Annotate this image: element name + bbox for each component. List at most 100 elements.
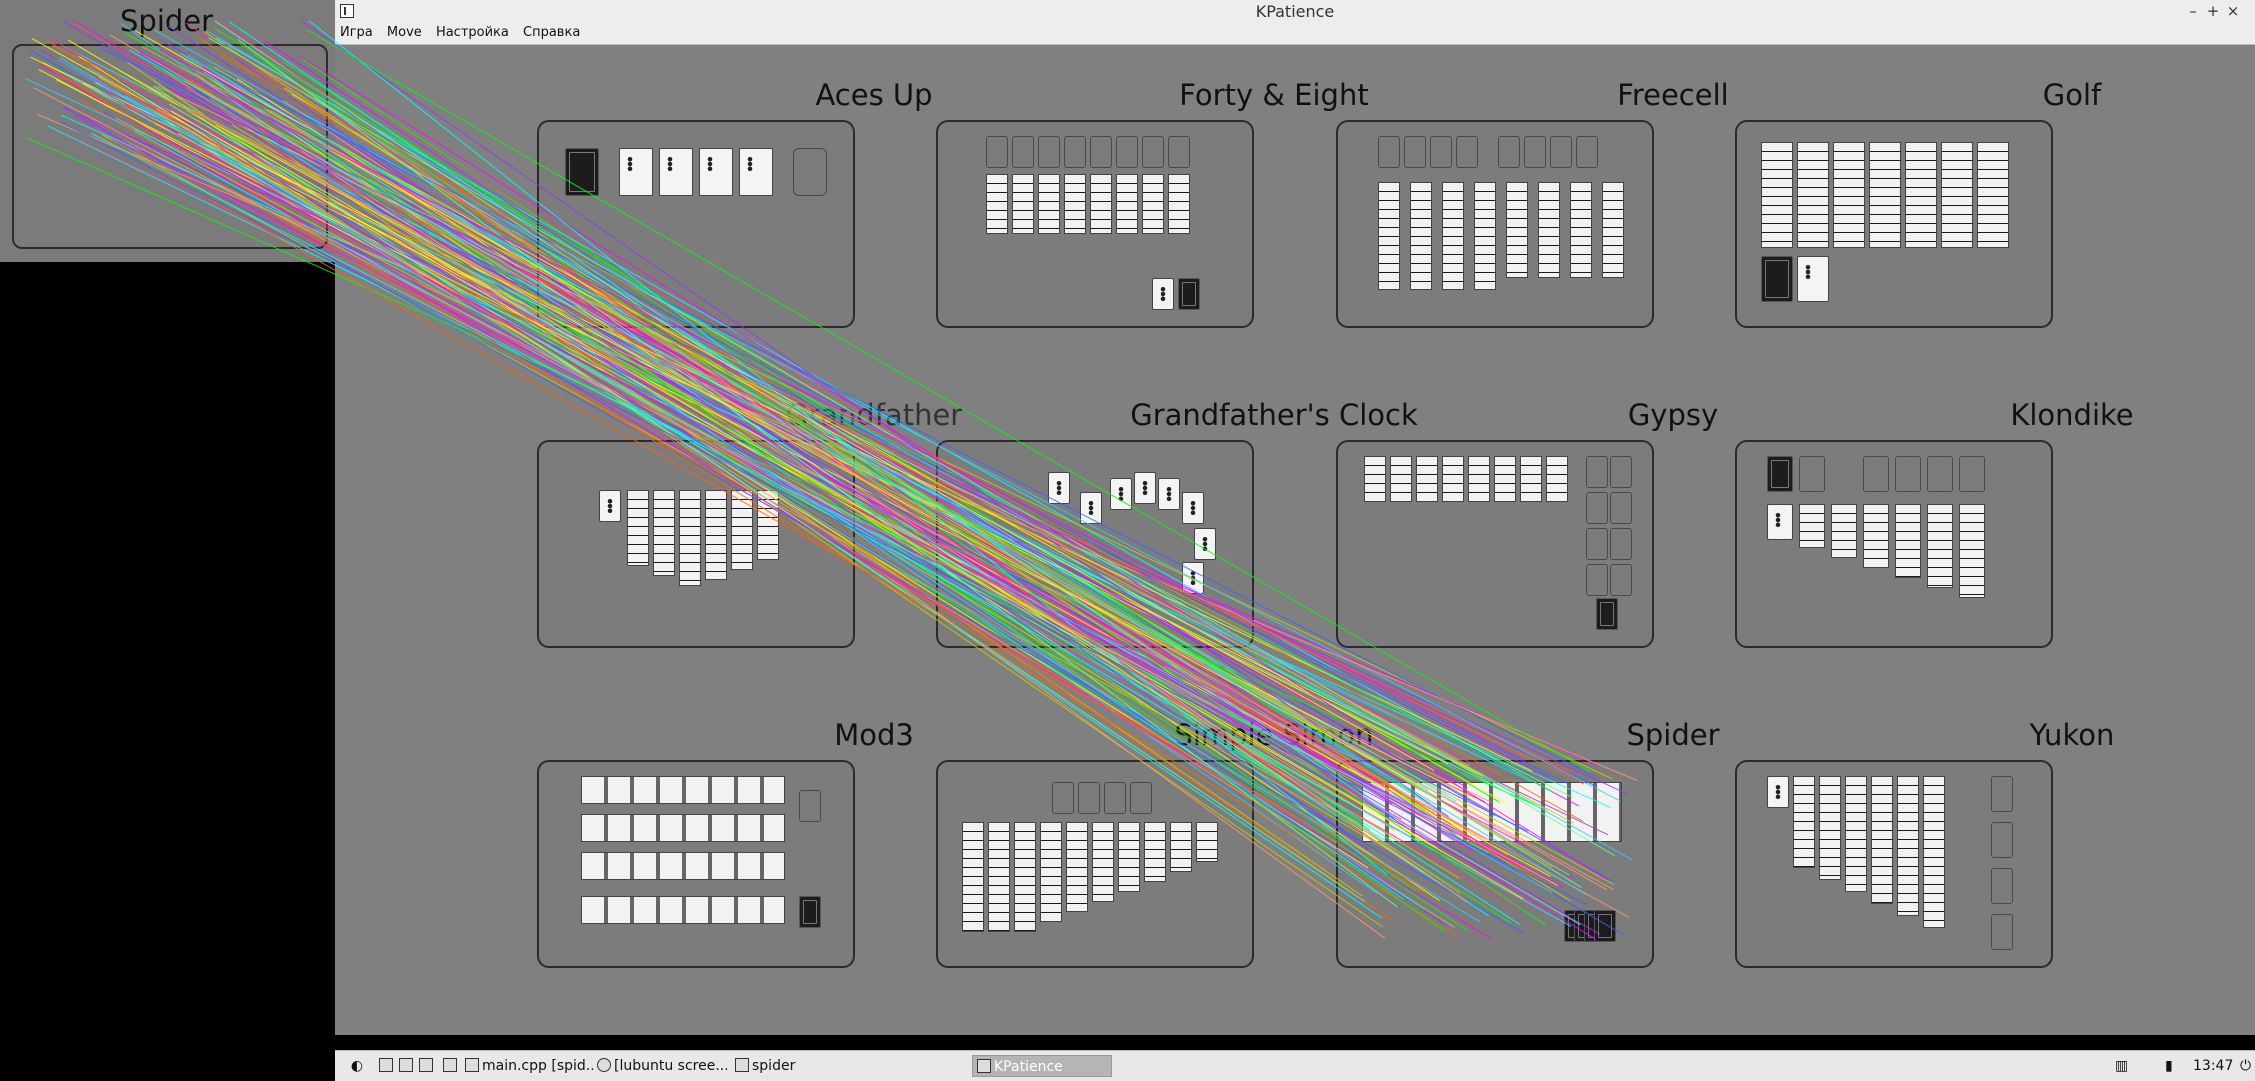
tableau-column: [1941, 142, 1973, 248]
card: [1797, 256, 1829, 302]
quick-launch-icon[interactable]: [443, 1055, 460, 1077]
terminal-icon: [399, 1058, 413, 1072]
clock[interactable]: 13:47: [2193, 1055, 2233, 1077]
tableau-column: [1364, 456, 1386, 502]
power-icon[interactable]: ⏻: [2240, 1055, 2251, 1077]
tableau-column: [731, 490, 753, 570]
quick-launch-icon[interactable]: [379, 1055, 396, 1077]
free-cell: [1430, 136, 1452, 168]
game-klondike[interactable]: [1735, 440, 2053, 648]
tableau-column: [1142, 174, 1164, 234]
game-spider[interactable]: [1336, 760, 1654, 968]
maximize-button[interactable]: +: [2205, 0, 2221, 22]
menu-game[interactable]: Игра: [335, 23, 378, 42]
game-golf[interactable]: [1735, 120, 2053, 328]
card: [1767, 456, 1793, 492]
free-cell: [1404, 136, 1426, 168]
game-freecell[interactable]: [1336, 120, 1654, 328]
network-icon[interactable]: ▥: [2115, 1055, 2128, 1077]
empty-slot: [1116, 136, 1138, 168]
title-bar: KPatience – + ×: [335, 0, 2255, 23]
tableau-column: [1799, 504, 1825, 548]
card: [1594, 910, 1616, 942]
close-button[interactable]: ×: [2225, 0, 2241, 22]
tableau-column: [627, 490, 649, 566]
tableau-column: [1871, 776, 1893, 904]
card: [1767, 504, 1793, 540]
game-mod3[interactable]: [537, 760, 855, 968]
game-gypsy[interactable]: [1336, 440, 1654, 648]
task-kpatience[interactable]: KPatience: [972, 1055, 1112, 1077]
kpatience-window: KPatience – + × Игра Move Настройка Спра…: [335, 0, 2255, 1035]
task-main-cpp[interactable]: main.cpp [spid...: [465, 1055, 593, 1077]
foundation-slot: [1610, 456, 1632, 488]
application-icon: [735, 1058, 749, 1072]
quick-launch-icon[interactable]: [399, 1055, 416, 1077]
tableau-column: [1092, 822, 1114, 902]
game-grandfather[interactable]: [537, 440, 855, 648]
tableau-column: [1793, 776, 1815, 868]
game-grandfathers-clock[interactable]: [936, 440, 1254, 648]
card: [1110, 478, 1132, 510]
tableau-column: [1040, 822, 1062, 922]
empty-slot: [799, 790, 821, 822]
tableau-column: [986, 174, 1008, 234]
game-forty-eight[interactable]: [936, 120, 1254, 328]
foundation-slot: [1586, 528, 1608, 560]
tableau-column: [1410, 182, 1432, 290]
card: [1761, 256, 1793, 302]
tableau-column: [1602, 182, 1624, 278]
card: [699, 148, 733, 196]
menu-settings[interactable]: Настройка: [431, 23, 514, 42]
volume-icon[interactable]: ▮: [2165, 1055, 2173, 1077]
game-aces-up[interactable]: [537, 120, 855, 328]
game-simple-simon[interactable]: [936, 760, 1254, 968]
foundation-slot: [1524, 136, 1546, 168]
foundation-slot: [1610, 564, 1632, 596]
tableau-column: [1977, 142, 2009, 248]
tableau-column: [1144, 822, 1166, 882]
game-title-aces-up: Aces Up: [815, 78, 933, 112]
card: [599, 490, 621, 522]
tableau-column: [1038, 174, 1060, 234]
card: [659, 148, 693, 196]
tableau-column: [1833, 142, 1865, 248]
waste-slot: [1799, 456, 1825, 492]
card-row: [581, 776, 785, 804]
menu-move[interactable]: Move: [382, 23, 427, 42]
game-yukon[interactable]: [1735, 760, 2053, 968]
foundation-slot: [1576, 136, 1598, 168]
tableau-column: [1378, 182, 1400, 290]
quick-launch-icon[interactable]: [419, 1055, 436, 1077]
tableau-column: [1442, 456, 1464, 502]
foundation-slot: [1610, 528, 1632, 560]
tableau-column: [962, 822, 984, 932]
minimize-button[interactable]: –: [2185, 0, 2201, 22]
document-icon: [465, 1058, 479, 1072]
tableau-column: [705, 490, 727, 580]
foundation-slot: [1991, 914, 2013, 950]
card: [1182, 492, 1204, 524]
empty-slot: [793, 148, 827, 196]
tableau-column: [1012, 174, 1034, 234]
window-title: KPatience: [1255, 2, 1335, 21]
tableau-column: [1468, 456, 1490, 502]
tableau-column: [1831, 504, 1857, 558]
tableau-column: [1959, 504, 1985, 598]
overlay-thumbnail: Spider: [0, 0, 335, 262]
empty-slot: [1168, 136, 1190, 168]
card: [799, 896, 821, 928]
task-spider[interactable]: spider: [735, 1055, 835, 1077]
tableau-column: [653, 490, 675, 576]
task-lubuntu-screenshot[interactable]: [lubuntu scree...: [597, 1055, 727, 1077]
foundation-slot: [1991, 776, 2013, 812]
foundation-slot: [1052, 782, 1074, 814]
tableau-column: [1819, 776, 1841, 880]
start-menu-button[interactable]: ◐: [345, 1055, 369, 1077]
desktop-icon: [443, 1058, 457, 1072]
tableau-column: [1168, 174, 1190, 234]
menu-help[interactable]: Справка: [518, 23, 585, 42]
empty-slot: [1012, 136, 1034, 168]
card: [739, 148, 773, 196]
tableau-column: [1196, 822, 1218, 862]
